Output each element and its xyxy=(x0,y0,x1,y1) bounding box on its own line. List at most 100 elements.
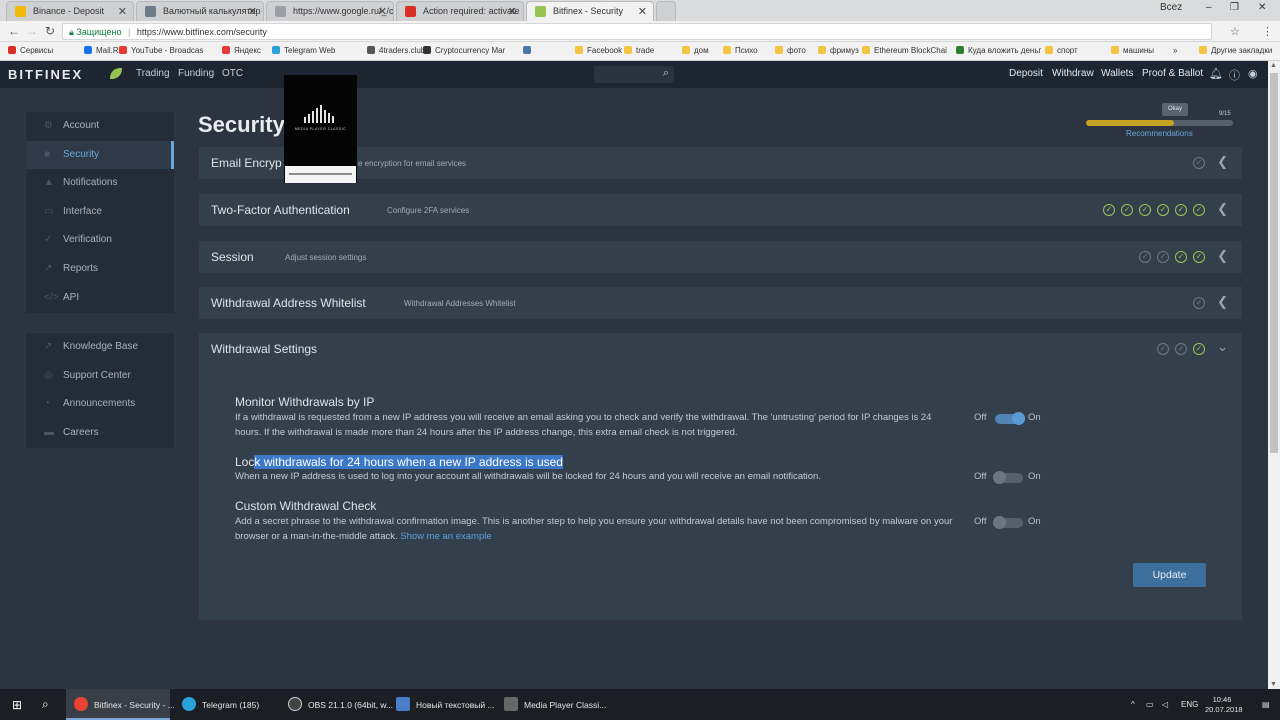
star-icon[interactable]: ☆ xyxy=(1230,25,1240,38)
bookmark-item[interactable]: Сервисы xyxy=(8,46,53,55)
url-field[interactable]: 🔒︎ Защищено | https://www.bitfinex.com/s… xyxy=(62,23,1212,40)
panel-withdrawal-settings[interactable]: Withdrawal Settings ✓ ✓ ✓ ⌄ xyxy=(199,333,1242,365)
scrollbar-thumb[interactable] xyxy=(1270,73,1278,453)
sidebar-item-account[interactable]: ⚙ Account xyxy=(26,112,174,140)
update-button[interactable]: Update xyxy=(1133,563,1206,587)
recommendations-link[interactable]: Recommendations xyxy=(1126,129,1193,138)
sidebar-item-notifications[interactable]: ▲ Notifications xyxy=(26,169,174,197)
language-indicator[interactable]: ENG xyxy=(1181,700,1198,709)
nav-funding[interactable]: Funding xyxy=(178,68,214,79)
sidebar-item-knowledge-base[interactable]: ↗ Knowledge Base xyxy=(26,333,174,361)
close-icon[interactable]: ✕ xyxy=(638,5,647,18)
chevron-left-icon[interactable]: ❮ xyxy=(1217,201,1228,217)
nav-trading[interactable]: Trading xyxy=(136,68,170,79)
bookmark-item[interactable]: Психо xyxy=(723,46,758,55)
chevron-left-icon[interactable]: ❮ xyxy=(1217,294,1228,310)
sidebar-item-careers[interactable]: ▬ Careers xyxy=(26,419,174,447)
browser-tab[interactable]: https://www.google.ru/_/chro ✕ xyxy=(266,1,394,21)
browser-tab-active[interactable]: Bitfinex - Security ✕ xyxy=(526,1,654,21)
sidebar-item-announcements[interactable]: ◔ Announcements xyxy=(26,390,174,418)
bookmark-item[interactable]: машины xyxy=(1111,46,1154,55)
sidebar-item-reports[interactable]: ↗ Reports xyxy=(26,255,174,283)
tray-volume-icon[interactable]: ◁ xyxy=(1162,700,1168,709)
back-icon[interactable]: ← xyxy=(8,24,20,38)
bookmark-item[interactable]: 4traders.club xyxy=(367,46,425,55)
withdraw-link[interactable]: Withdraw xyxy=(1052,68,1094,79)
media-player-window[interactable]: MEDIA PLAYER CLASSIC xyxy=(284,75,357,183)
bookmark-item[interactable]: » xyxy=(1173,46,1177,55)
status-checks: ✓ xyxy=(1193,297,1205,309)
nav-otc[interactable]: OTC xyxy=(222,68,243,79)
sidebar-item-security[interactable]: ■ Security xyxy=(26,141,174,169)
show-example-link[interactable]: Show me an example xyxy=(400,531,491,542)
user-icon[interactable]: ◉ xyxy=(1248,67,1258,80)
bookmark-item[interactable]: YouTube - Broadcas xyxy=(119,46,203,55)
close-icon[interactable]: ✕ xyxy=(118,5,127,18)
taskbar-item-telegram[interactable]: Telegram (185) xyxy=(174,689,278,720)
minimize-button[interactable]: – xyxy=(1206,2,1212,13)
browser-tab[interactable]: Валютный калькулятор ✕ xyxy=(136,1,264,21)
scroll-down-icon[interactable]: ▼ xyxy=(1270,681,1277,688)
taskbar-item-chrome[interactable]: Bitfinex - Security - ... xyxy=(66,689,175,720)
bookmark-item[interactable]: Telegram Web xyxy=(272,46,335,55)
panel-session[interactable]: Session Adjust session settings ✓ ✓ ✓ ✓ ❮ xyxy=(199,241,1242,273)
sidebar-item-support-center[interactable]: ◎ Support Center xyxy=(26,362,174,390)
bookmark-item[interactable]: Другие закладки xyxy=(1199,46,1272,55)
panel-two-factor[interactable]: Two-Factor Authentication Configure 2FA … xyxy=(199,194,1242,226)
new-tab-button[interactable] xyxy=(656,1,676,21)
restore-button[interactable]: ❐ xyxy=(1230,2,1239,13)
tray-network-icon[interactable]: ▭ xyxy=(1146,700,1154,709)
bookmark-item[interactable]: Cryptocurrency Mar xyxy=(423,46,505,55)
proof-ballot-link[interactable]: Proof & Ballot xyxy=(1142,68,1203,79)
sidebar-item-verification[interactable]: ✓ Verification xyxy=(26,226,174,254)
help-icon[interactable]: ⓘ xyxy=(1229,67,1240,83)
bookmark-item[interactable] xyxy=(523,46,535,55)
bookmark-item[interactable]: trade xyxy=(624,46,654,55)
browser-tab[interactable]: Action required: activate ✕ xyxy=(396,1,524,21)
close-icon[interactable]: ✕ xyxy=(508,5,517,18)
profile-badge[interactable]: Всеz xyxy=(1160,2,1182,13)
monitor-ip-toggle[interactable] xyxy=(995,412,1025,425)
bookmark-item[interactable]: Mail.Ru xyxy=(84,46,123,55)
bitfinex-logo[interactable]: BITFINEX xyxy=(8,67,83,82)
bookmark-item[interactable]: Куда вложить деньг xyxy=(956,46,1041,55)
notifications-icon[interactable]: ▤ xyxy=(1262,700,1270,709)
chevron-left-icon[interactable]: ❮ xyxy=(1217,154,1228,170)
bookmark-item[interactable]: Ethereum BlockChai xyxy=(862,46,947,55)
close-icon[interactable]: ✕ xyxy=(248,5,257,18)
tray-chevron-up-icon[interactable]: ^ xyxy=(1131,700,1135,709)
reload-icon[interactable]: ↻ xyxy=(45,24,55,38)
media-player-seekbar[interactable] xyxy=(285,166,356,183)
bookmark-favicon-icon xyxy=(775,46,783,54)
deposit-link[interactable]: Deposit xyxy=(1009,68,1043,79)
window-close-button[interactable]: ✕ xyxy=(1258,2,1266,13)
close-icon[interactable]: ✕ xyxy=(378,5,387,18)
browser-tab[interactable]: Binance - Deposit ✕ xyxy=(6,1,134,21)
bookmark-item[interactable]: Facebook xyxy=(575,46,622,55)
chevron-left-icon[interactable]: ❮ xyxy=(1217,248,1228,264)
taskbar-item-notepad[interactable]: Новый текстовый ... xyxy=(388,689,495,720)
menu-icon[interactable]: ⋮ xyxy=(1262,25,1273,38)
bookmark-item[interactable]: фото xyxy=(775,46,806,55)
taskbar-item-obs[interactable]: OBS 21.1.0 (64bit, w... xyxy=(280,689,393,720)
page-scrollbar[interactable]: ▲ ▼ xyxy=(1268,61,1280,689)
taskbar-clock[interactable]: 10:46 20.07.2018 xyxy=(1205,695,1243,715)
search-icon[interactable]: ⌕ xyxy=(42,697,49,712)
scroll-up-icon[interactable]: ▲ xyxy=(1270,62,1277,69)
chevron-down-icon[interactable]: ⌄ xyxy=(1217,339,1228,355)
search-input[interactable]: ⌕ xyxy=(594,66,674,83)
bookmark-item[interactable]: спорт xyxy=(1045,46,1078,55)
bookmark-item[interactable]: дом xyxy=(682,46,709,55)
bell-icon[interactable]: 🔔︎ xyxy=(1209,67,1223,80)
sidebar-item-api[interactable]: </> API xyxy=(26,284,174,312)
wallets-link[interactable]: Wallets xyxy=(1101,68,1133,79)
bookmark-item[interactable]: фримуз xyxy=(818,46,859,55)
windows-start-icon[interactable]: ⊞ xyxy=(12,699,24,711)
lock-withdrawals-toggle[interactable] xyxy=(993,471,1023,484)
panel-withdrawal-whitelist[interactable]: Withdrawal Address Whitelist Withdrawal … xyxy=(199,287,1242,319)
bookmark-item[interactable]: Яндекс xyxy=(222,46,261,55)
sidebar-item-interface[interactable]: ▭ Interface xyxy=(26,198,174,226)
taskbar-item-media-player[interactable]: Media Player Classi... xyxy=(496,689,606,720)
custom-check-toggle[interactable] xyxy=(993,516,1023,529)
forward-icon[interactable]: → xyxy=(26,24,38,38)
